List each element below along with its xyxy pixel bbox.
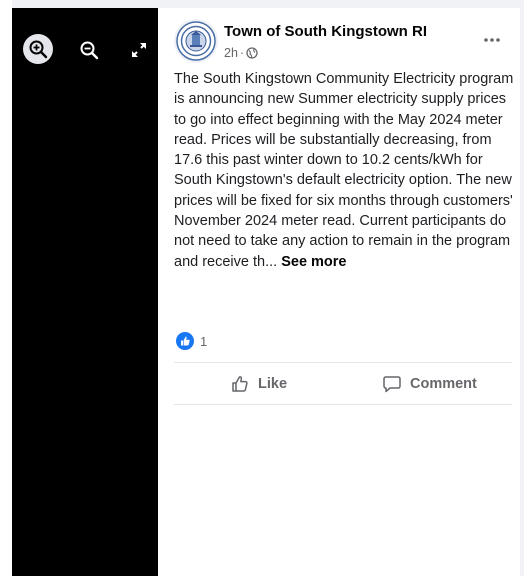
post-panel: Town of South Kingstown RI 2h · The Sout… [158,8,524,576]
actions-divider-top [174,362,512,363]
comment-button[interactable]: Comment [382,370,477,398]
see-more-link[interactable]: See more [281,254,346,270]
reaction-count: 1 [200,333,208,349]
comment-label: Comment [410,376,477,392]
expand-icon [132,43,146,57]
post-body: The South Kingstown Community Electricit… [174,69,516,272]
reaction-summary[interactable]: 1 [176,332,207,350]
actions-divider-bottom [174,404,512,405]
more-dots-icon [484,38,500,42]
town-seal-icon [176,21,216,61]
media-viewer[interactable] [12,8,158,576]
like-reaction-icon [176,332,194,350]
like-button[interactable]: Like [230,370,287,398]
thumbs-up-icon [232,376,248,392]
post-timestamp[interactable]: 2h [224,46,238,60]
facebook-photo-viewer: Town of South Kingstown RI 2h · The Sout… [0,0,524,576]
zoom-out-icon [80,41,99,60]
post-options-button[interactable] [476,30,508,50]
zoom-in-icon [29,40,48,59]
page-avatar[interactable] [174,19,218,63]
page-name-link[interactable]: Town of South Kingstown RI [224,23,427,40]
zoom-in-button[interactable] [23,34,53,64]
zoom-out-button[interactable] [74,35,104,65]
like-label: Like [258,376,288,392]
post-meta: 2h · [224,46,258,60]
meta-separator: · [239,46,245,60]
expand-button[interactable] [124,35,154,65]
globe-icon [246,47,258,59]
comment-bubble-icon [383,376,401,393]
panel-right-edge [520,8,524,576]
post-body-text: The South Kingstown Community Electricit… [174,71,514,270]
viewer-left-edge [0,0,12,576]
